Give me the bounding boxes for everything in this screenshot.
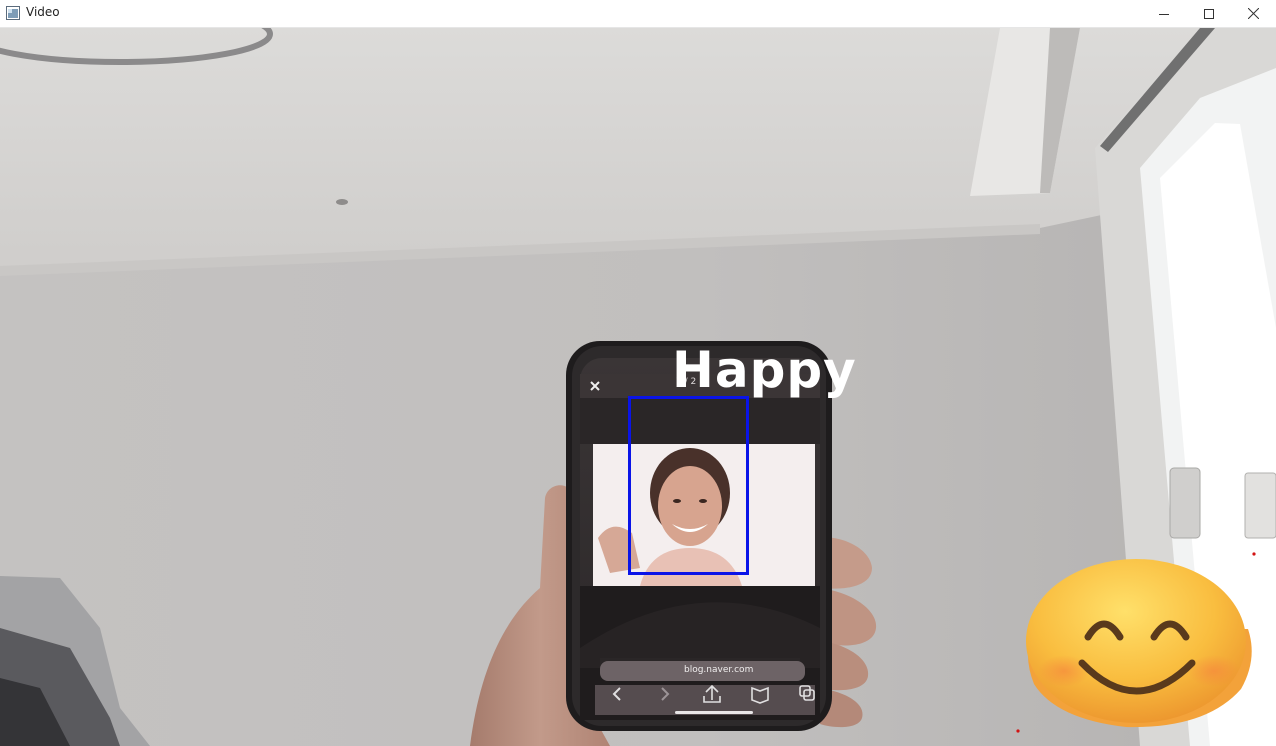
- phone-url-text: blog.naver.com: [684, 665, 754, 675]
- maximize-icon: [1204, 8, 1214, 19]
- face-detection-box: [628, 396, 749, 575]
- window-title: Video: [26, 5, 60, 19]
- emotion-label: Happy: [672, 341, 857, 399]
- minimize-icon: [1159, 9, 1169, 19]
- minimize-button[interactable]: [1141, 0, 1187, 27]
- close-icon: [1247, 8, 1259, 19]
- window-app-icon: [6, 5, 20, 20]
- maximize-button[interactable]: [1186, 0, 1232, 27]
- video-frame: 7 / 2 blog.naver.com Happy: [0, 28, 1276, 746]
- window-title-bar: Video: [0, 0, 1276, 28]
- smiling-face-emoji: [1016, 559, 1260, 729]
- close-button[interactable]: [1230, 0, 1276, 27]
